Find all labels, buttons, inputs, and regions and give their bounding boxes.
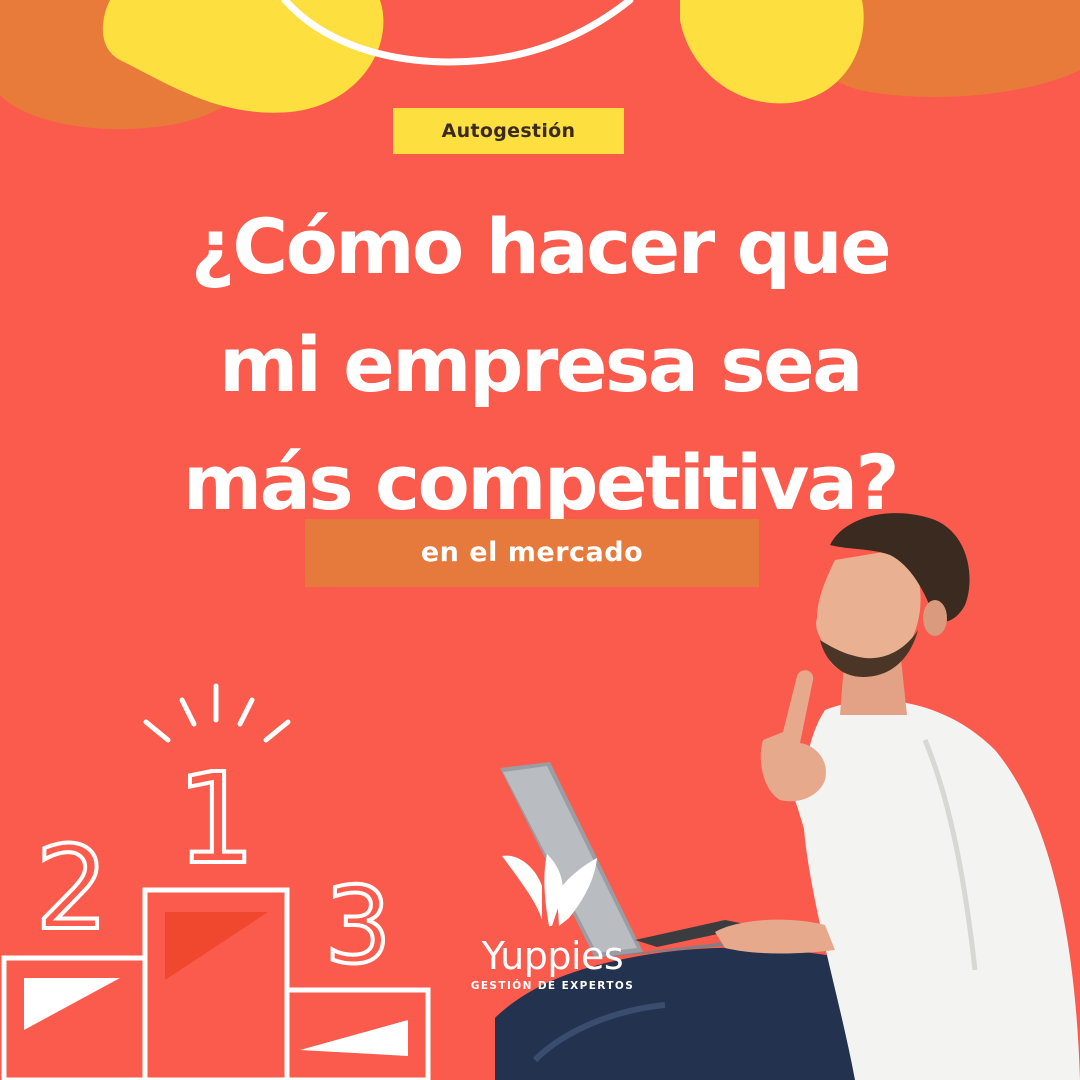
- sparkle-icon: [143, 683, 291, 743]
- yuppies-logo-icon: [502, 854, 597, 926]
- podium-illustration: 1 2 3: [1, 683, 431, 1080]
- social-post: Autogestión ¿Cómo hacer que mi empresa s…: [0, 0, 1080, 1080]
- category-tag: Autogestión: [393, 108, 624, 154]
- podium-number-1: 1: [176, 747, 256, 892]
- headline: ¿Cómo hacer que mi empresa sea más compe…: [110, 188, 970, 542]
- logo-tagline: GESTIÓN DE EXPERTOS: [470, 980, 635, 992]
- podium-number-3: 3: [325, 865, 392, 987]
- yellow-blob-right: [680, 0, 864, 104]
- podium-number-2: 2: [35, 822, 108, 956]
- headline-line: ¿Cómo hacer que: [190, 202, 892, 291]
- logo-name: Yuppies: [481, 934, 624, 978]
- brand-logo: Yuppies GESTIÓN DE EXPERTOS: [465, 848, 640, 998]
- headline-line: mi empresa sea: [219, 320, 863, 409]
